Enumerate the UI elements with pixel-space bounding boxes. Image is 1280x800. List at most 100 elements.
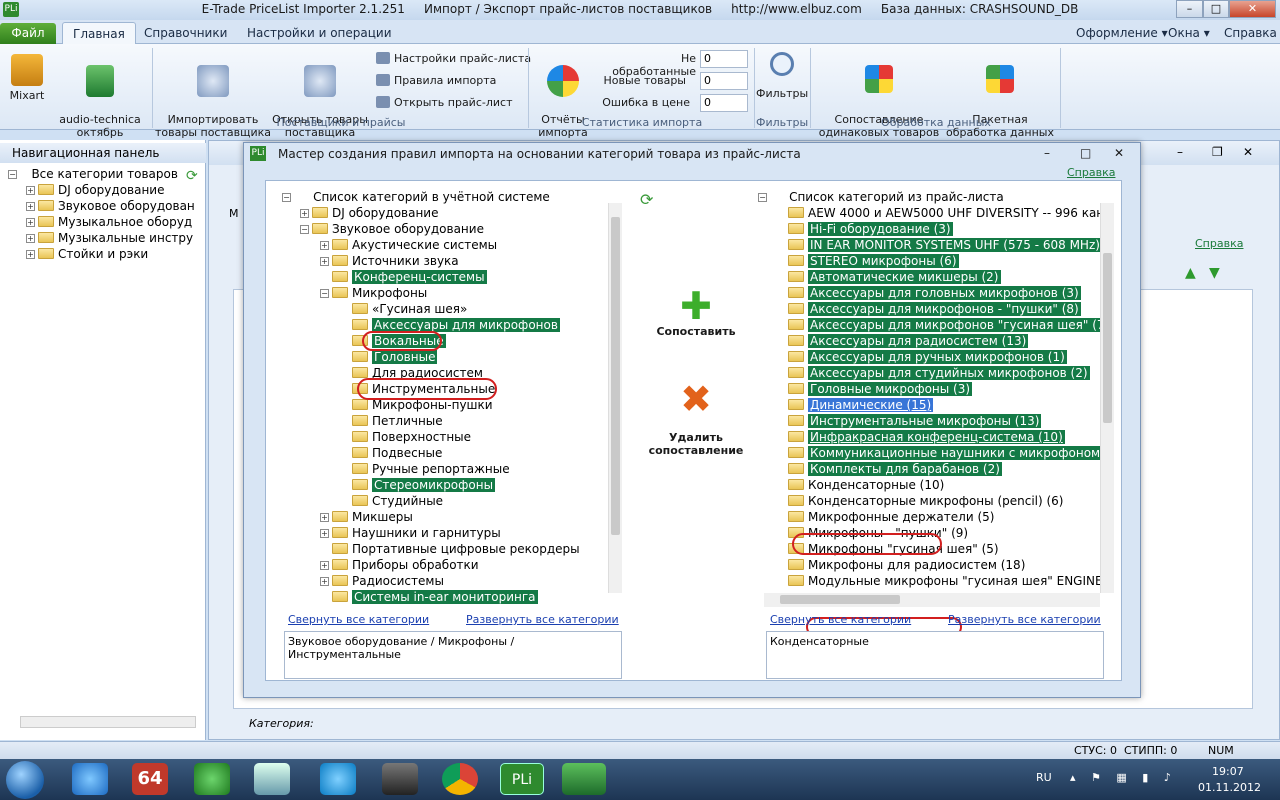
right-scroll-thumb[interactable] (1103, 253, 1112, 423)
left-tree-item[interactable]: Студийные (340, 493, 443, 509)
left-tree-item[interactable]: − Микрофоны (320, 285, 427, 301)
right-tree-item[interactable]: Конденсаторные микрофоны (pencil) (6) (776, 493, 1064, 509)
right-tree-item[interactable]: Комплекты для барабанов (2) (776, 461, 1002, 477)
right-tree-item[interactable]: Автоматические микшеры (2) (776, 269, 1001, 285)
import-goods-button[interactable]: Импортировать товары поставщика (154, 52, 272, 152)
right-tree-item[interactable]: AEW 4000 и AEW5000 UHF DIVERSITY -- 996 … (776, 205, 1100, 221)
right-tree-root[interactable]: − Список категорий из прайс-листа (758, 189, 1004, 205)
import-rules-button[interactable]: Правила импорта (376, 74, 496, 87)
mixart-button[interactable]: Mixart (4, 54, 50, 102)
expand-icon[interactable]: + (320, 529, 329, 538)
right-tree-item[interactable]: Коммуникационные наушники с микрофоном (… (776, 445, 1100, 461)
right-tree-hscroll[interactable] (764, 593, 1100, 607)
expand-icon[interactable]: + (26, 218, 35, 227)
right-tree-item[interactable]: Микрофоны для радиосистем (18) (776, 557, 1025, 573)
bg-down-arrow-icon[interactable]: ▼ (1209, 265, 1220, 281)
left-tree-item[interactable]: Стереомикрофоны (340, 477, 496, 493)
right-tree-item[interactable]: Модульные микрофоны "гусиная шея" ENGINE… (776, 573, 1100, 589)
right-tree-item[interactable]: Аксессуары для студийных микрофонов (2) (776, 365, 1090, 381)
match-button[interactable]: ✚ Сопоставить (646, 287, 746, 338)
unprocessed-field[interactable]: 0 (700, 50, 748, 68)
new-goods-field[interactable]: 0 (700, 72, 748, 90)
dialog-minimize-button[interactable]: – (1044, 146, 1050, 160)
left-tree-item[interactable]: Петличные (340, 413, 443, 429)
chrome-icon[interactable] (442, 763, 478, 795)
expand-icon[interactable]: + (320, 241, 329, 250)
left-scroll-thumb[interactable] (611, 217, 620, 535)
nav-root[interactable]: − Все категории товаров (8, 167, 178, 181)
collapse-icon[interactable]: − (320, 289, 329, 298)
tab-main[interactable]: Главная (62, 22, 136, 44)
open-pricelist-button[interactable]: Открыть прайс-лист (376, 96, 512, 109)
right-tree-item[interactable]: STEREO микрофоны (6) (776, 253, 959, 269)
expand-icon[interactable]: + (320, 561, 329, 570)
nav-item[interactable]: + Музыкальное оборуд (26, 215, 192, 229)
nav-item[interactable]: + Музыкальные инстру (26, 231, 193, 245)
left-tree-item[interactable]: + Акустические системы (320, 237, 497, 253)
right-tree-item[interactable]: Микрофонные держатели (5) (776, 509, 994, 525)
left-tree-root[interactable]: − Список категорий в учётной системе (282, 189, 550, 205)
left-expand-all-link[interactable]: Развернуть все категории (466, 613, 619, 626)
window-menu[interactable]: Окна ▾ (1158, 22, 1220, 44)
expand-icon[interactable]: + (320, 577, 329, 586)
tab-settings[interactable]: Настройки и операции (237, 22, 402, 44)
bg-up-arrow-icon[interactable]: ▲ (1185, 265, 1196, 281)
refresh-icon[interactable]: ⟳ (186, 168, 198, 184)
minimize-button[interactable]: – (1176, 0, 1203, 18)
right-tree-item[interactable]: Аксессуары для ручных микрофонов (1) (776, 349, 1067, 365)
app-64-icon[interactable]: 64 (132, 763, 168, 795)
excel-icon[interactable] (562, 763, 606, 795)
right-tree-item[interactable]: Динамические (15) (776, 397, 934, 413)
right-tree-item[interactable]: Аксессуары для головных микрофонов (3) (776, 285, 1081, 301)
import-reports-button[interactable]: Отчёты импорта (532, 52, 594, 152)
right-path-field[interactable]: Конденсаторные (766, 631, 1104, 679)
right-tree-item[interactable]: Инструментальные микрофоны (13) (776, 413, 1042, 429)
right-tree-item[interactable]: Конденсаторные (10) (776, 477, 944, 493)
nav-hscroll[interactable] (20, 716, 196, 728)
right-tree-item[interactable]: IN EAR MONITOR SYSTEMS UHF (575 - 608 MH… (776, 237, 1100, 253)
left-tree-item[interactable]: Ручные репортажные (340, 461, 510, 477)
pricelist-app-icon[interactable]: PLi (500, 763, 544, 795)
right-hscroll-thumb[interactable] (780, 595, 900, 604)
left-tree-item[interactable]: + Радиосистемы (320, 573, 444, 589)
collapse-icon[interactable]: − (282, 193, 291, 202)
nav-item[interactable]: + Звуковое оборудован (26, 199, 195, 213)
left-tree-item[interactable]: Поверхностные (340, 429, 471, 445)
bg-help-link[interactable]: Справка (1195, 237, 1243, 250)
bg-restore-icon[interactable]: ❐ (1212, 145, 1223, 159)
price-error-field[interactable]: 0 (700, 94, 748, 112)
maximize-button[interactable]: □ (1203, 0, 1229, 18)
filters-button[interactable]: Фильтры (756, 52, 808, 100)
left-collapse-all-link[interactable]: Свернуть все категории (288, 613, 429, 626)
right-tree-scrollbar[interactable] (1100, 203, 1114, 593)
left-tree-item[interactable]: Системы in-ear мониторинга (320, 589, 538, 605)
close-button[interactable]: ✕ (1229, 0, 1276, 18)
left-tree-item[interactable]: Головные (340, 349, 438, 365)
left-tree-item[interactable]: Подвесные (340, 445, 442, 461)
internet-explorer-icon[interactable] (72, 763, 108, 795)
left-tree-item[interactable]: + Микшеры (320, 509, 413, 525)
expand-icon[interactable]: + (320, 513, 329, 522)
right-expand-all-link[interactable]: Развернуть все категории (948, 613, 1101, 626)
daemon-tools-icon[interactable] (254, 763, 290, 795)
expand-icon[interactable]: + (26, 250, 35, 259)
dialog-maximize-button[interactable]: □ (1080, 146, 1091, 160)
bg-close-icon[interactable]: ✕ (1243, 145, 1253, 159)
left-tree-scrollbar[interactable] (608, 203, 622, 593)
nav-item[interactable]: + DJ оборудование (26, 183, 165, 197)
nav-item[interactable]: + Стойки и рэки (26, 247, 148, 261)
left-tree-item[interactable]: − Звуковое оборудование (300, 221, 484, 237)
collapse-icon[interactable]: − (300, 225, 309, 234)
expand-icon[interactable]: + (26, 202, 35, 211)
dialog-close-button[interactable]: ✕ (1114, 146, 1124, 160)
refresh-icon[interactable]: ⟳ (640, 190, 653, 209)
left-tree-item[interactable]: Конференц-системы (320, 269, 487, 285)
clock-time[interactable]: 19:07 (1212, 765, 1244, 778)
right-tree-item[interactable]: Инфракрасная конференц-система (10) (776, 429, 1065, 445)
collapse-icon[interactable]: − (758, 193, 767, 202)
pricelist-settings-button[interactable]: Настройки прайс-листа (376, 52, 531, 65)
right-tree-item[interactable]: Головные микрофоны (3) (776, 381, 973, 397)
collapse-icon[interactable]: − (8, 170, 17, 179)
movie-icon[interactable] (382, 763, 418, 795)
skype-icon[interactable] (320, 763, 356, 795)
